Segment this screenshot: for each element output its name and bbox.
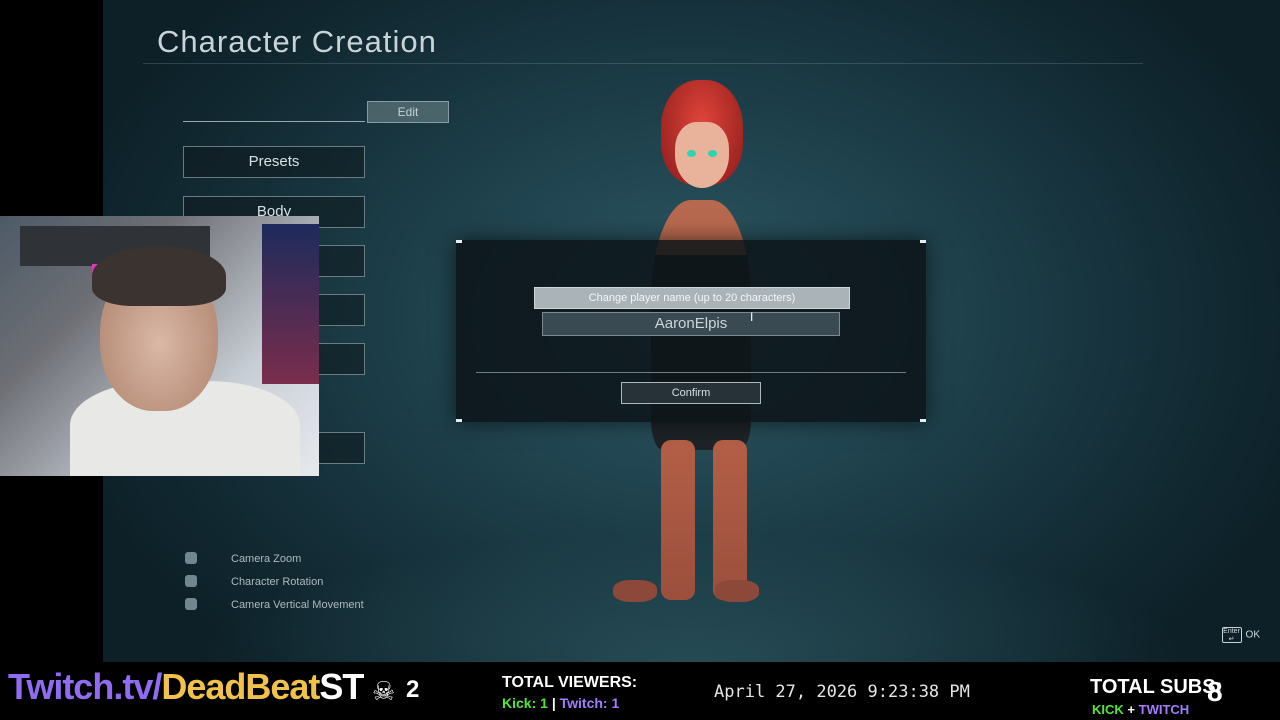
skull-icon: ☠ [372,676,396,706]
dialog-corner [456,240,462,243]
character-face [675,122,729,188]
character-eye-left [687,150,696,157]
webcam-person-hair [92,246,226,306]
stream-clock: April 27, 2026 9:23:38 PM [714,682,970,702]
text-cursor-icon: I [750,310,754,324]
name-field-underline[interactable] [183,121,365,122]
death-count: 2 [406,676,420,703]
webcam-overlay [0,216,319,476]
subs-platforms: KICK + TWITCH [1092,702,1189,717]
channel-brand: Twitch.tv/DeadBeatST [8,666,364,708]
hint-camera-vertical: Camera Vertical Movement [185,598,364,611]
rename-dialog: Change player name (up to 20 characters)… [456,240,926,422]
page-title: Character Creation [157,24,437,59]
character-foot-left [613,580,657,602]
dialog-header: Change player name (up to 20 characters) [534,287,850,309]
brand-name: DeadBeat [161,666,320,707]
character-eye-right [708,150,717,157]
subs-plus: + [1127,702,1135,717]
dialog-corner [920,419,926,422]
confirm-button[interactable]: Confirm [621,382,761,404]
enter-key-icon: Enter ↵ [1221,627,1242,643]
webcam-poster [262,224,319,384]
dialog-divider [476,372,906,373]
mouse-drag-icon [185,575,197,588]
kick-viewers: Kick: 1 [502,695,548,711]
menu-presets-button[interactable]: Presets [183,146,365,178]
subs-kick: KICK [1092,702,1124,717]
brand-suffix: ST [319,666,364,707]
brand-url: Twitch.tv/ [8,666,162,707]
subs-label: TOTAL SUBS: [1090,676,1223,698]
hint-character-rotation: Character Rotation [185,575,323,588]
player-name-input[interactable]: AaronElpis [542,312,840,336]
dialog-corner [456,419,462,422]
twitch-viewers: Twitch: 1 [559,695,620,711]
hint-camera-zoom: Camera Zoom [185,552,301,565]
viewers-separator: | [551,695,556,711]
stream-info-bar: Twitch.tv/DeadBeatST ☠ 2 TOTAL VIEWERS: … [0,662,1280,720]
ok-hint[interactable]: Enter ↵ OK [1221,627,1260,643]
mouse-scroll-icon [185,552,197,565]
subs-twitch: TWITCH [1138,702,1190,717]
viewers-label: TOTAL VIEWERS: [502,674,638,691]
edit-button[interactable]: Edit [367,101,449,123]
dialog-header-text: Change player name (up to 20 characters) [588,292,796,304]
character-leg-left [661,440,695,600]
mouse-vertical-icon [185,598,197,611]
dialog-corner [920,240,926,243]
title-divider [143,63,1143,64]
character-leg-right [713,440,747,600]
subs-count: 8 [1207,676,1223,707]
viewers-breakdown: Kick: 1 | Twitch: 1 [502,695,619,711]
character-foot-right [715,580,759,602]
